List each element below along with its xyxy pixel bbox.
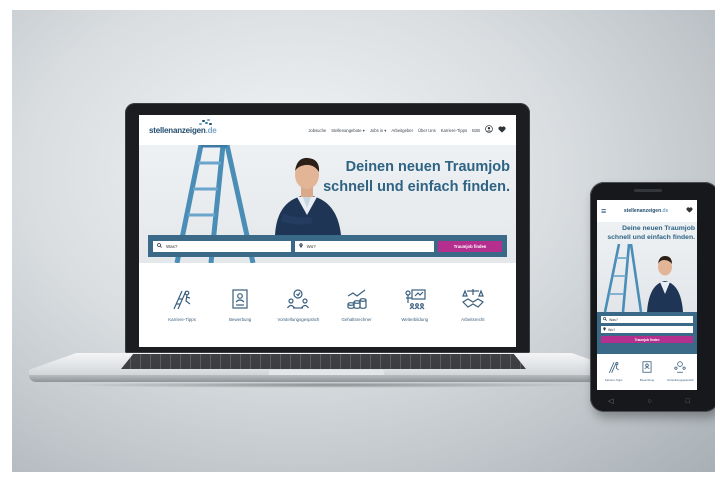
handshake-icon <box>461 289 484 308</box>
nav-item-karriere-tipps[interactable]: Karriere-Tipps <box>441 128 467 133</box>
category-label: Weiterbildung <box>401 317 429 322</box>
phone-find-job-button[interactable]: Traumjob finden <box>601 336 693 343</box>
category-arbeitsrecht[interactable]: Arbeitsrecht <box>447 271 499 347</box>
laptop-keyboard <box>121 354 526 369</box>
where-placeholder: Wo? <box>306 243 316 249</box>
phone-hero-title-line-1: Deine neuen Traumjob <box>622 225 695 232</box>
phone-logo[interactable]: stellenanzeigen.de <box>624 208 668 214</box>
category-label: Bewerbung <box>229 317 252 322</box>
ladder-illustration <box>603 244 643 312</box>
hero-title-line-1: Deinen neuen Traumjob <box>345 159 510 175</box>
logo-dots-icon <box>199 118 212 127</box>
phone-where-search-input[interactable]: Wo? <box>601 326 693 333</box>
nav-item-ueber-uns[interactable]: Über Uns <box>418 128 436 133</box>
what-placeholder: Was? <box>166 243 178 249</box>
location-pin-icon <box>298 242 303 250</box>
heart-icon[interactable] <box>686 207 693 215</box>
location-pin-icon <box>603 327 606 332</box>
phone-category-links: Karriere-Tipps Bewerbung Vorstellungsges… <box>597 354 697 382</box>
hero-title: Deinen neuen Traumjob schnell und einfac… <box>323 157 510 197</box>
phone-hero-title: Deine neuen Traumjob schnell und einfach… <box>607 224 695 242</box>
phone-search-bar: Was? Wo? Traumjob finden <box>597 312 697 354</box>
phone-speaker <box>634 189 662 192</box>
coins-chart-icon <box>346 289 367 309</box>
logo-text: stellenanzeigen.de <box>149 125 217 135</box>
what-search-input[interactable]: Was? <box>153 240 291 252</box>
category-label: Vorstellungsgespräch <box>277 317 320 322</box>
category-label: Gehaltsrechner <box>341 317 372 322</box>
phone-hero-title-line-2: schnell und einfach finden. <box>607 234 695 241</box>
hamburger-menu-icon[interactable]: ≡ <box>601 206 606 216</box>
category-vorstellungsgespraech[interactable]: Vorstellungsgespräch <box>272 271 324 347</box>
phone-what-search-input[interactable]: Was? <box>601 316 693 323</box>
nav-item-stellenangebote[interactable]: Stellenangebote ▾ <box>331 128 365 133</box>
laptop-base <box>29 353 619 388</box>
phone-what-placeholder: Was? <box>609 317 618 322</box>
user-circle-icon[interactable] <box>485 125 493 135</box>
search-bar: Was? Wo? Traumjob finden <box>148 235 507 257</box>
nav-item-arbeitgeber[interactable]: Arbeitgeber <box>391 128 413 133</box>
nav-item-b2b[interactable]: B2B <box>472 128 480 133</box>
resume-document-icon <box>232 289 248 309</box>
nav-item-jobs-in[interactable]: Jobs in ▾ <box>370 128 387 133</box>
presentation-board-icon <box>405 289 426 310</box>
category-bewerbung[interactable]: Bewerbung <box>214 271 266 347</box>
site-header: stellenanzeigen.de Jobsuche Stellenangeb… <box>139 115 516 145</box>
phone-where-placeholder: Wo? <box>608 327 616 332</box>
interview-people-icon <box>287 289 310 309</box>
category-label: Karriere-Tipps <box>604 378 623 382</box>
find-job-button[interactable]: Traumjob finden <box>438 240 502 252</box>
phone-category-vorstellungsgespraech[interactable]: Vorstellungsgespräch <box>665 360 695 382</box>
ladder-person-icon <box>608 362 619 373</box>
site-logo[interactable]: stellenanzeigen.de <box>149 118 217 135</box>
category-label: Vorstellungsgespräch <box>666 378 694 382</box>
businessman-photo <box>647 256 683 312</box>
category-gehaltsrechner[interactable]: Gehaltsrechner <box>331 271 383 347</box>
search-icon <box>157 242 162 250</box>
phone-screen: ≡ stellenanzeigen.de Deine neuen Traumjo… <box>597 200 697 390</box>
phone-nav-bar: ◁ ○ □ <box>608 396 690 406</box>
heart-icon[interactable] <box>498 125 506 135</box>
search-icon <box>603 317 607 322</box>
smartphone: ≡ stellenanzeigen.de Deine neuen Traumjo… <box>590 182 715 412</box>
laptop-edge <box>29 375 619 382</box>
category-label: Arbeitsrecht <box>461 317 485 322</box>
laptop-shadow <box>59 382 589 388</box>
where-search-input[interactable]: Wo? <box>294 240 435 252</box>
hero-banner: Deinen neuen Traumjob schnell und einfac… <box>139 145 516 263</box>
home-icon[interactable]: ○ <box>647 398 651 405</box>
interview-people-icon <box>674 361 686 373</box>
nav-item-jobsuche[interactable]: Jobsuche <box>308 128 326 133</box>
hero-title-line-2: schnell und einfach finden. <box>323 179 510 195</box>
laptop-screen: stellenanzeigen.de Jobsuche Stellenangeb… <box>139 115 516 347</box>
mockup-scene: stellenanzeigen.de Jobsuche Stellenangeb… <box>12 10 715 472</box>
phone-category-karriere-tipps[interactable]: Karriere-Tipps <box>599 360 629 382</box>
category-label: Karriere-Tipps <box>168 317 196 322</box>
category-karriere-tipps[interactable]: Karriere-Tipps <box>156 271 208 347</box>
category-links: Karriere-Tipps Bewerbung Vorstellungsges… <box>139 271 516 347</box>
phone-category-bewerbung[interactable]: Bewerbung <box>632 360 662 382</box>
back-icon[interactable]: ◁ <box>608 398 613 405</box>
category-weiterbildung[interactable]: Weiterbildung <box>389 271 441 347</box>
ladder-person-icon <box>173 290 191 310</box>
main-nav: Jobsuche Stellenangebote ▾ Jobs in ▾ Arb… <box>308 125 506 135</box>
phone-header: ≡ stellenanzeigen.de <box>597 200 697 222</box>
category-label: Bewerbung <box>639 378 655 382</box>
recent-apps-icon[interactable]: □ <box>686 398 690 405</box>
phone-hero: Deine neuen Traumjob schnell und einfach… <box>597 222 697 312</box>
resume-document-icon <box>642 361 652 373</box>
